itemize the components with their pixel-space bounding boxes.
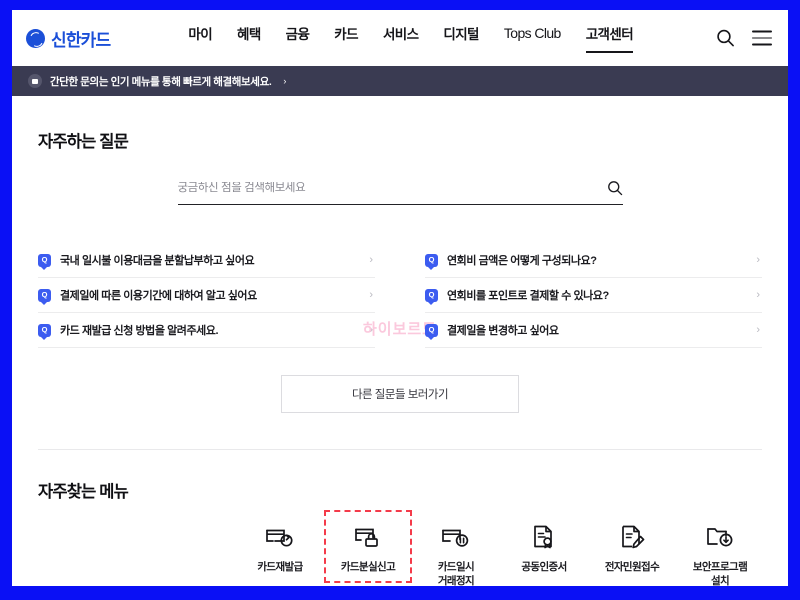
site-header: 신한카드 마이 혜택 금융 카드 서비스 디지털 Tops Club 고객센터 [12,10,788,66]
faq-search-bar [177,180,623,205]
shinhan-circle-logo-icon [26,28,45,48]
nav-item-service[interactable]: 서비스 [383,23,419,53]
chevron-right-icon: › [756,289,760,301]
quick-menu-item-card-reissue[interactable]: 카드재발급 [236,510,324,583]
nav-item-benefit[interactable]: 혜택 [237,23,261,53]
hamburger-menu-icon[interactable] [752,30,772,46]
faq-item-label: 연회비를 포인트로 결제할 수 있나요? [447,290,609,302]
quick-menu-item-label: 카드일시 거래정지 [437,561,475,586]
search-icon[interactable] [716,29,735,48]
faq-item[interactable]: Q 연회비를 포인트로 결제할 수 있나요? › [425,278,762,313]
e-complaint-icon [618,520,646,554]
quick-menu-item-label: 카드분실신고 [340,561,396,573]
card-loss-report-icon [353,520,383,554]
faq-section-title: 자주하는 질문 [38,133,129,151]
faq-item[interactable]: Q 카드 재발급 신청 방법을 알려주세요. › [38,313,375,348]
faq-item[interactable]: Q 결제일을 변경하고 싶어요 › [425,313,762,348]
quick-menu-item-security-program[interactable]: 보안프로그램 설치 [676,510,764,586]
more-questions-button[interactable]: 다른 질문들 보러가기 [281,375,519,413]
browser-viewport: 신한카드 마이 혜택 금융 카드 서비스 디지털 Tops Club 고객센터 … [12,10,788,586]
chevron-right-icon: › [369,324,373,336]
site-logo[interactable]: 신한카드 [26,26,111,51]
quick-menu-item-card-suspend[interactable]: 카드일시 거래정지 [412,510,500,586]
question-badge-icon: Q [425,253,438,270]
quick-menu-item-certificate[interactable]: 공동인증서 [500,510,588,583]
quick-menu-item-e-complaint[interactable]: 전자민원접수 [588,510,676,583]
faq-item-label: 연회비 금액은 어떻게 구성되나요? [447,255,597,267]
quick-menu-item-label: 카드재발급 [257,561,303,573]
main-navigation: 마이 혜택 금융 카드 서비스 디지털 Tops Club 고객센터 [188,23,634,53]
promo-banner[interactable]: 간단한 문의는 인기 메뉴를 통해 빠르게 해결해보세요. › [12,66,788,96]
faq-item[interactable]: Q 국내 일시불 이용대금을 분할납부하고 싶어요 › [38,243,375,278]
quick-menu-list: 카드재발급 카드분실신고 카드일시 거래정지 공동인증서 전자민원접수 보안프로… [12,502,788,586]
question-badge-icon: Q [38,288,51,305]
faq-item[interactable]: Q 연회비 금액은 어떻게 구성되나요? › [425,243,762,278]
quick-menu-title: 자주찾는 메뉴 [38,483,129,501]
chevron-right-icon: › [283,76,287,86]
chevron-right-icon: › [369,254,373,266]
nav-item-tops-club[interactable]: Tops Club [504,25,561,51]
nav-item-digital[interactable]: 디지털 [443,23,479,53]
quick-menu-item-label: 전자민원접수 [604,561,660,573]
chevron-right-icon: › [369,289,373,301]
quick-menu-item-label: 공동인증서 [521,561,567,573]
quick-menu-item-card-loss-report[interactable]: 카드분실신고 [324,510,412,583]
faq-item-label: 카드 재발급 신청 방법을 알려주세요. [60,325,219,337]
header-actions [716,29,772,48]
certificate-icon [530,520,558,554]
chevron-right-icon: › [756,254,760,266]
faq-search-input[interactable] [177,182,607,194]
question-badge-icon: Q [38,253,51,270]
nav-item-card[interactable]: 카드 [334,23,358,53]
question-badge-icon: Q [38,323,51,340]
speaker-icon [28,74,42,88]
faq-item-label: 국내 일시불 이용대금을 분할납부하고 싶어요 [60,255,255,267]
nav-item-customer-center[interactable]: 고객센터 [585,23,634,53]
faq-item[interactable]: Q 결제일에 따른 이용기간에 대하여 알고 싶어요 › [38,278,375,313]
logo-text: 신한카드 [51,30,111,50]
faq-search-button[interactable] [607,180,623,196]
quick-menu-item-label: 보안프로그램 설치 [692,561,748,586]
nav-item-my[interactable]: 마이 [188,23,212,53]
nav-item-finance[interactable]: 금융 [286,23,310,53]
security-program-install-icon [705,520,735,554]
quick-menu-section: 자주찾는 메뉴 카드재발급 카드분실신고 카드일시 거래정지 공동인증서 전자민… [12,450,788,586]
card-suspend-icon [441,520,471,554]
question-badge-icon: Q [425,288,438,305]
banner-text: 간단한 문의는 인기 메뉴를 통해 빠르게 해결해보세요. [50,75,272,88]
faq-section: 자주하는 질문 하이보르도 Q 국내 일시불 이용대금을 분할납부하고 싶어요 … [12,96,788,413]
faq-item-label: 결제일에 따른 이용기간에 대하여 알고 싶어요 [60,290,257,302]
card-reissue-icon [265,520,295,554]
chevron-right-icon: › [756,324,760,336]
faq-list: Q 국내 일시불 이용대금을 분할납부하고 싶어요 › Q 연회비 금액은 어떻… [38,243,762,348]
faq-item-label: 결제일을 변경하고 싶어요 [447,325,559,337]
question-badge-icon: Q [425,323,438,340]
